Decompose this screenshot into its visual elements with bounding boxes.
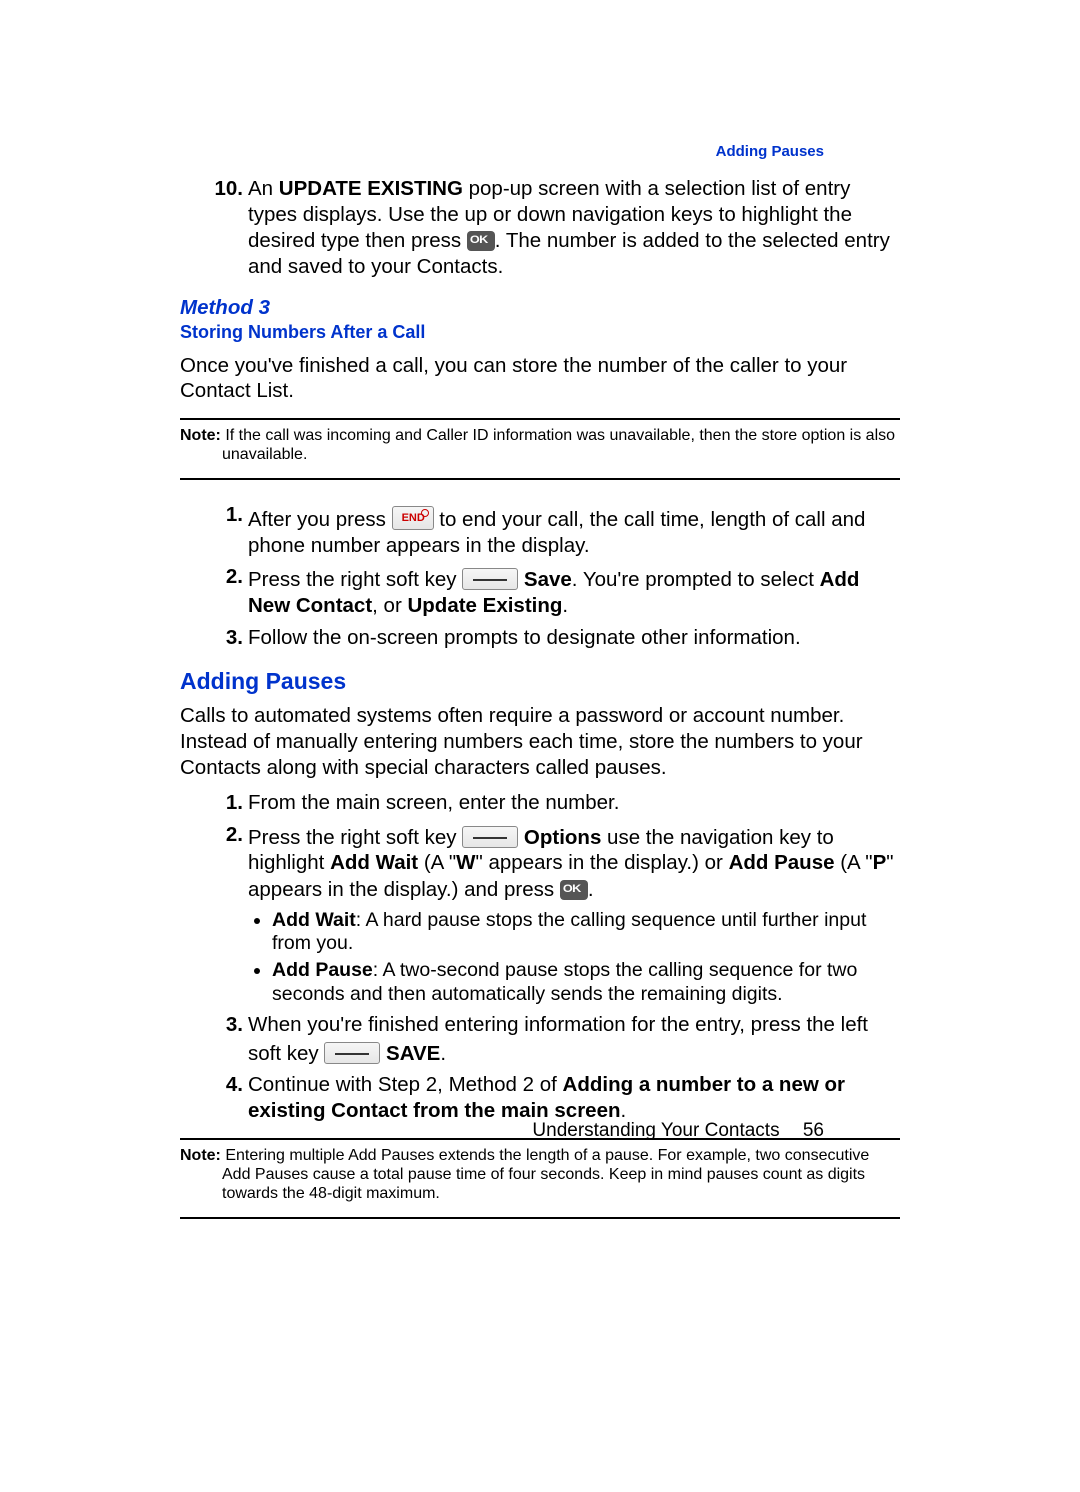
method3-steps: 1. After you press to end your call, the… bbox=[180, 502, 900, 650]
end-key-icon bbox=[392, 506, 434, 530]
step-number: 2. bbox=[203, 564, 243, 590]
method3-heading: Method 3 bbox=[180, 296, 900, 320]
text: From the main screen, enter the number. bbox=[248, 791, 619, 814]
bold-text: P bbox=[873, 851, 887, 874]
text: Press the right soft key bbox=[248, 826, 462, 849]
bold-text: Add Pause bbox=[729, 851, 835, 874]
text: After you press bbox=[248, 508, 392, 531]
note1: Note: If the call was incoming and Calle… bbox=[180, 426, 900, 464]
bullet-item: Add Pause: A two-second pause stops the … bbox=[272, 959, 900, 1006]
text: , or bbox=[372, 594, 407, 617]
bold-text: W bbox=[456, 851, 475, 874]
bold-text: Update Existing bbox=[407, 594, 562, 617]
text: . bbox=[440, 1042, 446, 1065]
ok-key-icon bbox=[560, 880, 588, 900]
step-number: 4. bbox=[203, 1072, 243, 1098]
manual-page: Adding Pauses 10. An UPDATE EXISTING pop… bbox=[0, 0, 1080, 1492]
text: (A " bbox=[418, 851, 456, 874]
step-number: 2. bbox=[203, 822, 243, 848]
bullet-item: Add Wait: A hard pause stops the calling… bbox=[272, 909, 900, 956]
note-text: If the call was incoming and Caller ID i… bbox=[222, 427, 895, 463]
text: : A hard pause stops the calling sequenc… bbox=[272, 909, 866, 954]
step10: 10. An UPDATE EXISTING pop-up screen wit… bbox=[180, 176, 900, 280]
text: Continue with Step 2, Method 2 of bbox=[248, 1073, 563, 1096]
bold-text: Add Pause bbox=[272, 959, 373, 981]
note-label: Note: bbox=[180, 1147, 225, 1164]
text: An bbox=[248, 177, 279, 200]
soft-key-icon bbox=[462, 568, 518, 590]
method3-intro: Once you've finished a call, you can sto… bbox=[180, 353, 900, 404]
text: . bbox=[621, 1099, 627, 1122]
step-number: 1. bbox=[203, 502, 243, 528]
soft-key-icon bbox=[324, 1042, 380, 1064]
text: . You're prompted to select bbox=[572, 568, 820, 591]
text: . bbox=[562, 594, 568, 617]
soft-key-icon bbox=[462, 826, 518, 848]
text: Follow the on-screen prompts to designat… bbox=[248, 626, 801, 649]
note2: Note: Entering multiple Add Pauses exten… bbox=[180, 1146, 900, 1204]
bold-text: Add Wait bbox=[330, 851, 418, 874]
bullet-list: Add Wait: A hard pause stops the calling… bbox=[272, 909, 900, 1007]
rule bbox=[180, 478, 900, 480]
bold-text: UPDATE EXISTING bbox=[279, 177, 463, 200]
adding-pauses-heading: Adding Pauses bbox=[180, 668, 900, 695]
page-number: 56 bbox=[803, 1120, 824, 1141]
text: Press the right soft key bbox=[248, 568, 462, 591]
bold-text: Add Wait bbox=[272, 909, 356, 931]
chapter-title: Understanding Your Contacts bbox=[532, 1120, 779, 1141]
ok-key-icon bbox=[467, 231, 495, 251]
rule bbox=[180, 418, 900, 420]
text: . bbox=[588, 878, 594, 901]
adding-pauses-steps: 1. From the main screen, enter the numbe… bbox=[180, 790, 900, 1124]
bold-text: Options bbox=[524, 826, 601, 849]
step-number: 10. bbox=[203, 176, 243, 202]
step-number: 3. bbox=[203, 625, 243, 651]
step-number: 1. bbox=[203, 790, 243, 816]
rule bbox=[180, 1217, 900, 1219]
note-text: Entering multiple Add Pauses extends the… bbox=[222, 1147, 869, 1202]
text: " appears in the display.) or bbox=[476, 851, 729, 874]
bold-text: Save bbox=[524, 568, 572, 591]
note-label: Note: bbox=[180, 427, 225, 444]
page-footer: Understanding Your Contacts 56 bbox=[532, 1120, 824, 1142]
adding-pauses-intro: Calls to automated systems often require… bbox=[180, 703, 900, 780]
running-head: Adding Pauses bbox=[716, 143, 824, 160]
bold-text: SAVE bbox=[386, 1042, 440, 1065]
step-number: 3. bbox=[203, 1012, 243, 1038]
text: (A " bbox=[835, 851, 873, 874]
method3-subheading: Storing Numbers After a Call bbox=[180, 322, 900, 343]
